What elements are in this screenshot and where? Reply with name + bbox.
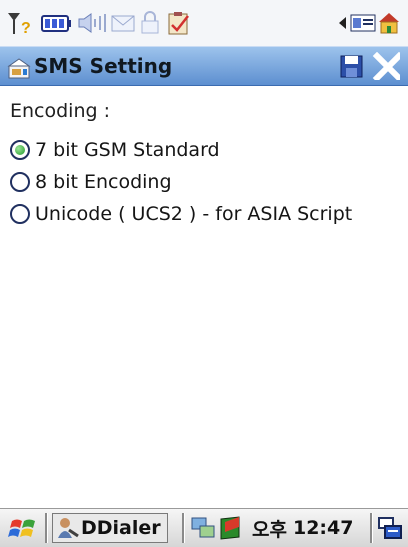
- notes-icon[interactable]: [166, 10, 194, 36]
- battery-icon[interactable]: [40, 10, 72, 36]
- radio-unicode-ucs2[interactable]: Unicode ( UCS2 ) - for ASIA Script: [10, 199, 352, 229]
- title-bar: SMS Setting: [0, 46, 408, 86]
- taskbar-app-ddialer[interactable]: DDialer: [52, 513, 168, 543]
- speaker-icon[interactable]: [76, 10, 108, 36]
- taskbar-app-label: DDialer: [81, 517, 161, 539]
- taskbar: DDialer 오후 12:47: [0, 508, 408, 547]
- radio-button[interactable]: [10, 172, 30, 192]
- save-button[interactable]: [338, 52, 366, 80]
- save-icon: [340, 55, 363, 78]
- contacts-icon[interactable]: [350, 10, 402, 36]
- svg-text:?: ?: [21, 20, 31, 36]
- option-label: 8 bit Encoding: [35, 171, 172, 193]
- close-icon: [372, 52, 400, 80]
- volume-icon[interactable]: [336, 10, 350, 36]
- clock-ampm: 오후: [252, 518, 287, 541]
- status-bar: ?: [0, 0, 408, 46]
- encoding-label: Encoding :: [10, 100, 111, 122]
- option-label: Unicode ( UCS2 ) - for ASIA Script: [35, 203, 353, 225]
- signal-icon[interactable]: ?: [6, 10, 36, 36]
- start-icon[interactable]: [8, 513, 40, 543]
- clock[interactable]: 오후 12:47: [252, 513, 353, 543]
- radio-button-selected[interactable]: [10, 140, 30, 160]
- lock-icon[interactable]: [138, 10, 162, 36]
- radio-8bit-encoding[interactable]: 8 bit Encoding: [10, 167, 172, 197]
- message-icon[interactable]: [110, 10, 136, 36]
- clock-time: 12:47: [292, 517, 354, 539]
- close-button[interactable]: [372, 52, 400, 80]
- radio-7bit-gsm[interactable]: 7 bit GSM Standard: [10, 135, 220, 165]
- sms-settings-icon: [7, 58, 31, 79]
- network-icon[interactable]: [190, 513, 216, 543]
- taskbar-divider: [370, 513, 373, 543]
- app-icon[interactable]: [218, 513, 244, 543]
- input-panel-icon[interactable]: [376, 513, 404, 543]
- taskbar-divider: [45, 513, 48, 543]
- radio-button[interactable]: [10, 204, 30, 224]
- window-title: SMS Setting: [34, 54, 173, 78]
- option-label: 7 bit GSM Standard: [35, 139, 220, 161]
- taskbar-divider: [182, 513, 185, 543]
- ddialer-icon: [58, 518, 79, 538]
